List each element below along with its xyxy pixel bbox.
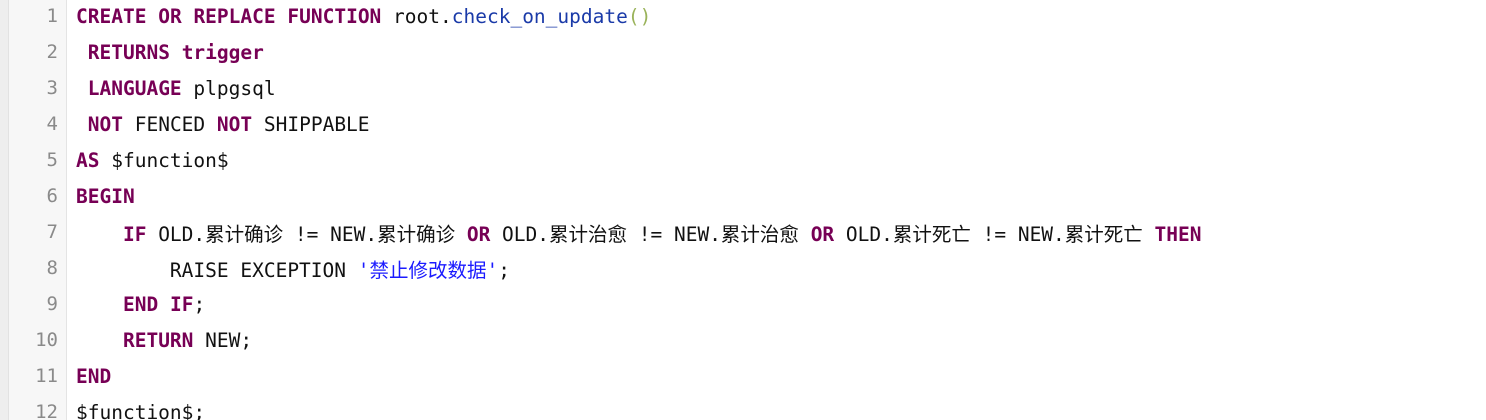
code-token-kw: CREATE	[76, 4, 147, 28]
code-line[interactable]: 4 NOT FENCED NOT SHIPPABLE	[0, 106, 1486, 142]
line-number: 3	[46, 77, 58, 99]
code-line[interactable]: 2 RETURNS trigger	[0, 34, 1486, 70]
line-number: 5	[46, 149, 58, 171]
code-text[interactable]: LANGUAGE plpgsql	[76, 77, 276, 100]
code-token-kw: LANGUAGE	[87, 76, 182, 100]
code-text[interactable]: RAISE EXCEPTION '禁止修改数据';	[76, 254, 510, 283]
code-token-kw: THEN	[1154, 222, 1202, 246]
code-token-kw: OR	[810, 222, 835, 246]
code-text[interactable]: BEGIN	[76, 185, 135, 208]
code-token-kw: END	[122, 292, 159, 316]
code-token-kw: trigger	[181, 40, 264, 64]
code-token-kw: END	[76, 364, 112, 388]
code-line[interactable]: 12 $function$;	[0, 394, 1486, 420]
code-line[interactable]: 1 CREATE OR REPLACE FUNCTION root.check_o…	[0, 0, 1486, 34]
code-text[interactable]: RETURN NEW;	[76, 329, 252, 352]
line-number: 10	[35, 329, 58, 351]
code-token-plain: FENCED	[122, 112, 217, 136]
code-text[interactable]: $function$;	[76, 401, 205, 420]
code-text[interactable]: CREATE OR REPLACE FUNCTION root.check_on…	[76, 5, 651, 28]
line-number: 8	[46, 257, 58, 279]
code-token-paren: ()	[627, 4, 652, 28]
code-text[interactable]: NOT FENCED NOT SHIPPABLE	[76, 113, 370, 136]
line-number: 9	[46, 293, 58, 315]
code-text[interactable]: IF OLD.累计确诊 != NEW.累计确诊 OR OLD.累计治愈 != N…	[76, 218, 1202, 247]
code-token-plain: $function$	[99, 148, 229, 172]
code-token-kw: NOT	[87, 112, 123, 136]
line-number: 1	[46, 5, 58, 27]
code-token-plain: plpgsql	[181, 76, 276, 100]
code-token-plain: ;	[193, 292, 206, 316]
code-line[interactable]: 6 BEGIN	[0, 178, 1486, 214]
code-token-plain: OLD.累计死亡 != NEW.累计死亡	[834, 222, 1155, 246]
code-text[interactable]: END IF;	[76, 293, 205, 316]
code-token-plain: SHIPPABLE	[252, 112, 370, 136]
code-token-plain: RAISE EXCEPTION	[76, 258, 358, 282]
code-text[interactable]: AS $function$	[76, 149, 229, 172]
code-token-plain: ;	[498, 258, 510, 282]
code-token-kw: AS	[76, 148, 100, 172]
line-number: 6	[46, 185, 58, 207]
line-number: 11	[35, 365, 58, 387]
code-line[interactable]: 9 END IF;	[0, 286, 1486, 322]
code-line[interactable]: 5 AS $function$	[0, 142, 1486, 178]
line-number: 12	[35, 401, 58, 420]
code-text[interactable]: END	[76, 365, 111, 388]
code-token-kw: OR	[158, 4, 182, 28]
code-token-kw: RETURN	[122, 328, 194, 352]
code-token-kw: FUNCTION	[287, 4, 382, 28]
code-token-plain: OLD.累计治愈 != NEW.累计治愈	[490, 222, 811, 246]
code-line[interactable]: 8 RAISE EXCEPTION '禁止修改数据';	[0, 250, 1486, 286]
code-editor[interactable]: 1 CREATE OR REPLACE FUNCTION root.check_o…	[0, 0, 1486, 420]
code-token-str: '禁止修改数据'	[357, 258, 499, 282]
code-token-plain: OLD.累计确诊 != NEW.累计确诊	[146, 222, 467, 246]
code-token-kw: RETURNS	[87, 40, 170, 64]
code-line[interactable]: 3 LANGUAGE plpgsql	[0, 70, 1486, 106]
code-token-kw: IF	[122, 222, 147, 246]
code-token-plain: root.	[381, 4, 452, 28]
code-token-kw: OR	[466, 222, 491, 246]
code-text[interactable]: RETURNS trigger	[76, 41, 264, 64]
line-number: 2	[46, 41, 58, 63]
line-number: 7	[46, 221, 58, 243]
code-token-kw: IF	[169, 292, 194, 316]
code-token-plain: $function$;	[76, 400, 206, 420]
code-token-kw: REPLACE	[193, 4, 276, 28]
line-number: 4	[46, 113, 58, 135]
code-line[interactable]: 10 RETURN NEW;	[0, 322, 1486, 358]
code-line[interactable]: 11 END	[0, 358, 1486, 394]
code-token-fn: check_on_update	[451, 4, 628, 28]
code-line[interactable]: 7 IF OLD.累计确诊 != NEW.累计确诊 OR OLD.累计治愈 !=…	[0, 214, 1486, 250]
code-token-kw: NOT	[216, 112, 253, 136]
code-token-plain: NEW;	[193, 328, 253, 352]
code-token-kw: BEGIN	[76, 184, 135, 208]
